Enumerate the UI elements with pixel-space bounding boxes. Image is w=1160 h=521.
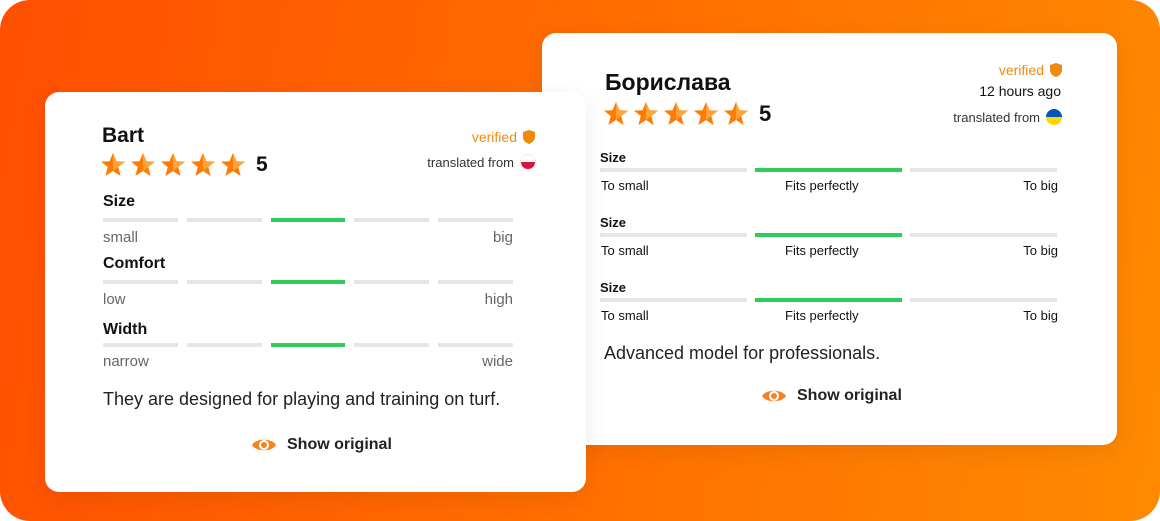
slider-min: small bbox=[103, 229, 139, 246]
fit-bar-segment bbox=[910, 298, 1057, 302]
rating-value: 5 bbox=[256, 153, 268, 176]
rating-bar-segment bbox=[354, 280, 430, 284]
review-text: Advanced model for professionals. bbox=[604, 343, 881, 363]
slider-max: wide bbox=[482, 353, 513, 370]
slider-mid: Fits perfectly bbox=[785, 178, 859, 193]
star-icon bbox=[131, 153, 155, 176]
fit-bar-segment bbox=[910, 233, 1057, 237]
rating-value: 5 bbox=[759, 101, 772, 126]
fit-bar-segment bbox=[600, 168, 747, 172]
translated-from: translated from bbox=[427, 154, 536, 170]
fit-bar bbox=[600, 168, 1057, 172]
star-icon bbox=[161, 153, 185, 176]
ukraine-flag-icon bbox=[1046, 109, 1062, 125]
rating-bar bbox=[103, 343, 513, 347]
fit-bar bbox=[600, 298, 1057, 302]
review-card-borislava: Борислава verified 12 hours ago translat… bbox=[542, 33, 1117, 445]
star-icon bbox=[101, 153, 125, 176]
fit-bar-segment-active bbox=[755, 233, 902, 237]
slider-min: low bbox=[103, 291, 126, 308]
star-icon bbox=[191, 153, 215, 176]
slider-label: Comfort bbox=[103, 255, 166, 272]
star-icon bbox=[694, 102, 718, 125]
slider-max: To big bbox=[1023, 243, 1058, 258]
review-time: 12 hours ago bbox=[979, 83, 1061, 99]
rating-bar-segment bbox=[103, 280, 178, 284]
rating-bar-segment bbox=[103, 343, 178, 347]
slider-max: To big bbox=[1023, 178, 1058, 193]
star-icon bbox=[604, 102, 628, 125]
fit-bar bbox=[600, 233, 1057, 237]
slider-label: Size bbox=[103, 193, 136, 210]
show-original-label: Show original bbox=[287, 436, 392, 453]
rating-bar-segment-active bbox=[270, 218, 346, 222]
star-icon bbox=[221, 153, 245, 176]
shield-icon bbox=[1050, 63, 1062, 77]
translated-label: translated from bbox=[427, 154, 514, 170]
slider-mid: Fits perfectly bbox=[785, 243, 859, 258]
star-rating: 5 bbox=[100, 152, 268, 178]
background: Борислава verified 12 hours ago translat… bbox=[0, 0, 1160, 521]
slider-label: Size bbox=[600, 150, 627, 165]
fit-bar-segment bbox=[600, 233, 747, 237]
rating-bar bbox=[103, 218, 513, 222]
star-icon bbox=[724, 102, 748, 125]
fit-bar-segment-active bbox=[755, 168, 902, 172]
rating-bar-segment bbox=[103, 218, 178, 222]
eye-icon bbox=[252, 439, 276, 451]
eye-icon bbox=[762, 390, 786, 402]
slider-min: narrow bbox=[103, 353, 149, 370]
slider-min: To small bbox=[601, 178, 649, 193]
slider-label: Width bbox=[103, 321, 148, 338]
reviewer-name: Борислава bbox=[605, 69, 731, 95]
slider-max: To big bbox=[1023, 308, 1058, 323]
rating-bar-segment bbox=[354, 218, 430, 222]
verified-label: verified bbox=[998, 62, 1044, 78]
star-rating: 5 bbox=[603, 101, 771, 127]
poland-flag-icon bbox=[520, 154, 536, 170]
rating-bar-segment-active bbox=[270, 343, 346, 347]
rating-bar-segment-active bbox=[270, 280, 346, 284]
rating-bar-segment bbox=[438, 218, 513, 222]
translated-from: translated from bbox=[953, 109, 1062, 125]
verified-label: verified bbox=[471, 129, 517, 145]
rating-bar-segment bbox=[186, 218, 262, 222]
translated-label: translated from bbox=[953, 109, 1040, 125]
slider-min: To small bbox=[601, 308, 649, 323]
show-original-button[interactable]: Show original bbox=[251, 436, 392, 454]
star-icon bbox=[664, 102, 688, 125]
shield-icon bbox=[523, 130, 535, 144]
rating-bar bbox=[103, 280, 513, 284]
star-icon bbox=[634, 102, 658, 125]
slider-max: high bbox=[484, 291, 513, 308]
review-card-bart: Bart verified translated from 5 Size sma… bbox=[45, 92, 586, 492]
review-text: They are designed for playing and traini… bbox=[103, 389, 501, 409]
rating-bar-segment bbox=[438, 280, 513, 284]
slider-label: Size bbox=[600, 280, 627, 295]
slider-mid: Fits perfectly bbox=[785, 308, 859, 323]
reviewer-name: Bart bbox=[102, 124, 145, 147]
rating-bar-segment bbox=[438, 343, 513, 347]
rating-bar-segment bbox=[354, 343, 430, 347]
slider-max: big bbox=[492, 229, 513, 246]
verified-badge: verified bbox=[472, 129, 535, 145]
rating-bar-segment bbox=[186, 280, 262, 284]
slider-label: Size bbox=[600, 215, 627, 230]
rating-bar-segment bbox=[186, 343, 262, 347]
fit-bar-segment bbox=[910, 168, 1057, 172]
fit-bar-segment bbox=[600, 298, 747, 302]
verified-badge: verified bbox=[999, 62, 1062, 78]
show-original-label: Show original bbox=[797, 387, 902, 404]
show-original-button[interactable]: Show original bbox=[761, 387, 902, 405]
slider-min: To small bbox=[601, 243, 649, 258]
fit-bar-segment-active bbox=[755, 298, 902, 302]
